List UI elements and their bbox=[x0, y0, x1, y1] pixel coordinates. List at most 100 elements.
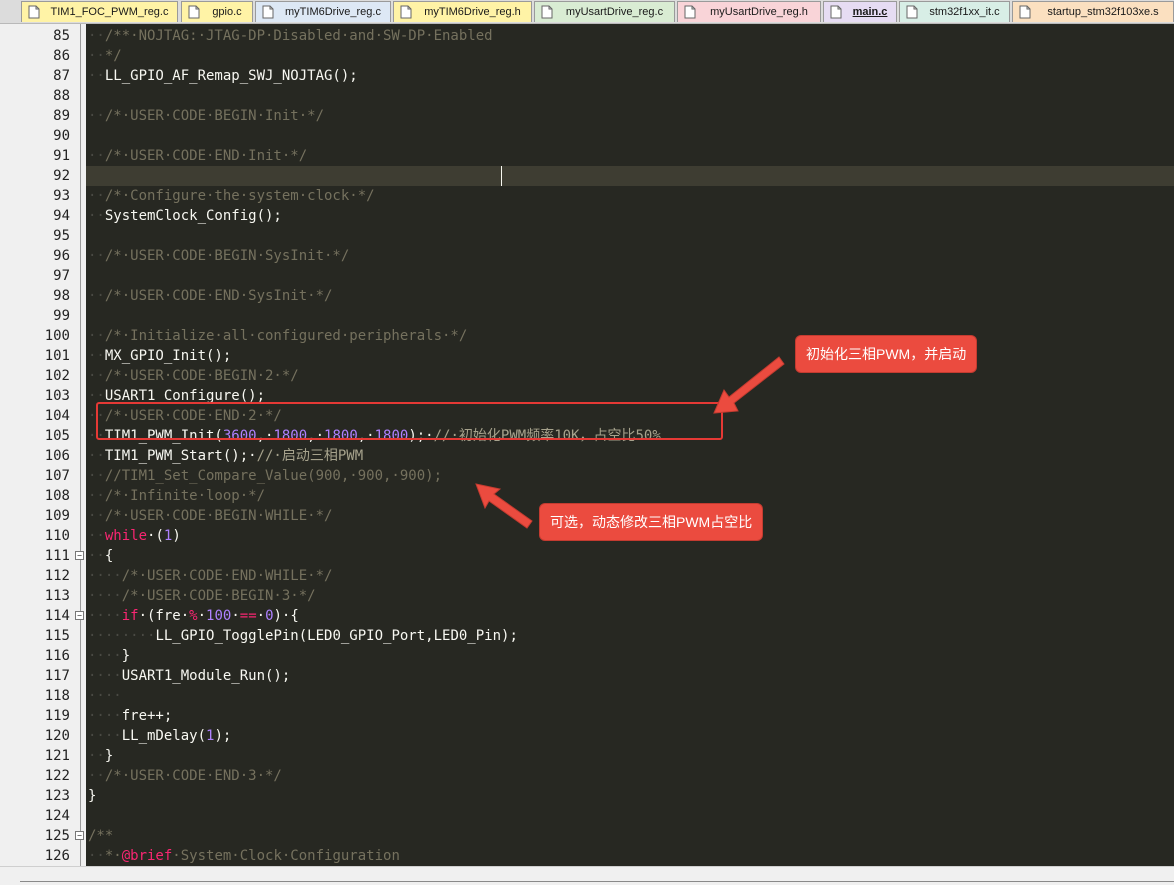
code-line[interactable]: 92 bbox=[0, 166, 1174, 186]
code-line[interactable]: 88 bbox=[0, 86, 1174, 106]
line-number: 105 bbox=[44, 428, 70, 444]
code-line[interactable]: 96 ··/*·USER·CODE·BEGIN·SysInit·*/ bbox=[0, 246, 1174, 266]
line-number: 118 bbox=[44, 688, 70, 704]
tab-5[interactable]: myUsartDrive_reg.c bbox=[534, 1, 675, 22]
code-text: ··/*·Initialize·all·configured·periphera… bbox=[88, 326, 467, 346]
code-text: ··} bbox=[88, 746, 113, 766]
line-number: 110 bbox=[44, 528, 70, 544]
code-token: /*·USER·CODE·END·Init·*/ bbox=[104, 148, 308, 164]
tab-label: gpio.c bbox=[212, 6, 242, 18]
code-line[interactable]: 112 ····/*·USER·CODE·END·WHILE·*/ bbox=[0, 566, 1174, 586]
line-number: 96 bbox=[53, 248, 70, 264]
code-line[interactable]: 87 ··LL_GPIO_AF_Remap_SWJ_NOJTAG(); bbox=[0, 66, 1174, 86]
code-line[interactable]: 123} bbox=[0, 786, 1174, 806]
code-text: ··//TIM1_Set_Compare_Value(900,·900,·900… bbox=[88, 466, 442, 486]
line-number: 98 bbox=[53, 288, 70, 304]
tab-9[interactable]: startup_stm32f103xe.s bbox=[1012, 1, 1174, 22]
code-token: ·· bbox=[88, 28, 105, 44]
code-text: ····/*·USER·CODE·END·WHILE·*/ bbox=[88, 566, 332, 586]
code-line[interactable]: 114− ····if·(fre·%·100·==·0)·{ bbox=[0, 606, 1174, 626]
code-token: } bbox=[88, 788, 97, 804]
code-token: ···· bbox=[88, 568, 122, 584]
line-number: 126 bbox=[44, 848, 70, 864]
code-token: ·· bbox=[88, 528, 105, 544]
code-line[interactable]: 85 ··/**·NOJTAG:·JTAG-DP·Disabled·and·SW-… bbox=[0, 26, 1174, 46]
line-number: 108 bbox=[44, 488, 70, 504]
code-token: ·( bbox=[147, 528, 164, 544]
code-line[interactable]: 89 ··/*·USER·CODE·BEGIN·Init·*/ bbox=[0, 106, 1174, 126]
code-line[interactable]: 102 ··/*·USER·CODE·BEGIN·2·*/ bbox=[0, 366, 1174, 386]
line-number: 88 bbox=[53, 88, 70, 104]
code-line[interactable]: 86 ··*/ bbox=[0, 46, 1174, 66]
code-line[interactable]: 124 bbox=[0, 806, 1174, 826]
tab-label: stm32f1xx_it.c bbox=[929, 6, 1000, 18]
code-line[interactable]: 101 ··MX_GPIO_Init(); bbox=[0, 346, 1174, 366]
line-number: 117 bbox=[44, 668, 70, 684]
line-number: 90 bbox=[53, 128, 70, 144]
code-token: % bbox=[189, 608, 198, 624]
code-line[interactable]: 122 ··/*·USER·CODE·END·3·*/ bbox=[0, 766, 1174, 786]
code-line[interactable]: 125−/** bbox=[0, 826, 1174, 846]
code-token: ·· bbox=[88, 448, 105, 464]
code-line[interactable]: 94 ··SystemClock_Config(); bbox=[0, 206, 1174, 226]
code-line[interactable]: 98 ··/*·USER·CODE·END·SysInit·*/ bbox=[0, 286, 1174, 306]
code-line[interactable]: 108 ··/*·Infinite·loop·*/ bbox=[0, 486, 1174, 506]
tab-4[interactable]: myTIM6Drive_reg.h bbox=[393, 1, 532, 22]
file-icon bbox=[541, 5, 553, 19]
code-line[interactable]: 111− ··{ bbox=[0, 546, 1174, 566]
code-token: /*·USER·CODE·BEGIN·3·*/ bbox=[121, 588, 316, 604]
code-line[interactable]: 93 ··/*·Configure·the·system·clock·*/ bbox=[0, 186, 1174, 206]
code-text: ··/**·NOJTAG:·JTAG-DP·Disabled·and·SW-DP… bbox=[88, 26, 493, 46]
tab-label: myUsartDrive_reg.h bbox=[710, 6, 808, 18]
code-line[interactable]: 107 ··//TIM1_Set_Compare_Value(900,·900,·… bbox=[0, 466, 1174, 486]
code-token: ·· bbox=[88, 208, 105, 224]
tab-7[interactable]: main.c bbox=[823, 1, 897, 22]
code-line[interactable]: 117 ····USART1_Module_Run(); bbox=[0, 666, 1174, 686]
code-line[interactable]: 121 ··} bbox=[0, 746, 1174, 766]
line-number: 113 bbox=[44, 588, 70, 604]
code-line[interactable]: 113 ····/*·USER·CODE·BEGIN·3·*/ bbox=[0, 586, 1174, 606]
code-token: /*·USER·CODE·END·SysInit·*/ bbox=[104, 288, 333, 304]
code-token: ·· bbox=[88, 548, 105, 564]
code-token: == bbox=[239, 608, 257, 624]
line-number: 94 bbox=[53, 208, 70, 224]
tab-label: startup_stm32f103xe.s bbox=[1047, 6, 1159, 18]
tab-6[interactable]: myUsartDrive_reg.h bbox=[677, 1, 821, 22]
code-line[interactable]: 115 ········LL_GPIO_TogglePin(LED0_GPIO_P… bbox=[0, 626, 1174, 646]
code-token: ···· bbox=[88, 728, 122, 744]
code-line[interactable]: 116 ····} bbox=[0, 646, 1174, 666]
code-text: ··*/ bbox=[88, 46, 122, 66]
code-line[interactable]: 95 bbox=[0, 226, 1174, 246]
tab-2[interactable]: gpio.c bbox=[181, 1, 253, 22]
horizontal-scrollbar[interactable] bbox=[0, 866, 1174, 885]
code-token: ·· bbox=[88, 748, 105, 764]
code-line[interactable]: 91 ··/*·USER·CODE·END·Init·*/ bbox=[0, 146, 1174, 166]
fold-toggle-icon[interactable]: − bbox=[75, 551, 84, 560]
fold-toggle-icon[interactable]: − bbox=[75, 831, 84, 840]
code-line[interactable]: 119 ····fre++; bbox=[0, 706, 1174, 726]
code-line[interactable]: 120 ····LL_mDelay(1); bbox=[0, 726, 1174, 746]
code-line[interactable]: 97 bbox=[0, 266, 1174, 286]
code-line[interactable]: 99 bbox=[0, 306, 1174, 326]
code-line[interactable]: 118 ···· bbox=[0, 686, 1174, 706]
code-line[interactable]: 106 ··TIM1_PWM_Start();·//·启动三相PWM bbox=[0, 446, 1174, 466]
code-token: TIM1_PWM_Start();· bbox=[104, 448, 257, 464]
code-text: ··LL_GPIO_AF_Remap_SWJ_NOJTAG(); bbox=[88, 66, 358, 86]
code-line[interactable]: 90 bbox=[0, 126, 1174, 146]
code-token: SystemClock_Config(); bbox=[104, 208, 282, 224]
code-token: LL_GPIO_AF_Remap_SWJ_NOJTAG(); bbox=[104, 68, 358, 84]
code-line[interactable]: 126 ··*·@brief·System·Clock·Configuration bbox=[0, 846, 1174, 866]
code-text: /** bbox=[88, 826, 113, 846]
tab-8[interactable]: stm32f1xx_it.c bbox=[899, 1, 1010, 22]
file-icon bbox=[830, 5, 842, 19]
code-editor[interactable]: 85 ··/**·NOJTAG:·JTAG-DP·Disabled·and·SW-… bbox=[0, 24, 1174, 866]
code-token: ·· bbox=[88, 248, 105, 264]
code-text: ····LL_mDelay(1); bbox=[88, 726, 231, 746]
tab-3[interactable]: myTIM6Drive_reg.c bbox=[255, 1, 391, 22]
code-token: while bbox=[104, 528, 148, 544]
tab-1[interactable]: TIM1_FOC_PWM_reg.c bbox=[21, 1, 178, 22]
code-token: ·· bbox=[88, 328, 105, 344]
code-token: } bbox=[121, 648, 131, 664]
code-line[interactable]: 100 ··/*·Initialize·all·configured·periph… bbox=[0, 326, 1174, 346]
fold-toggle-icon[interactable]: − bbox=[75, 611, 84, 620]
